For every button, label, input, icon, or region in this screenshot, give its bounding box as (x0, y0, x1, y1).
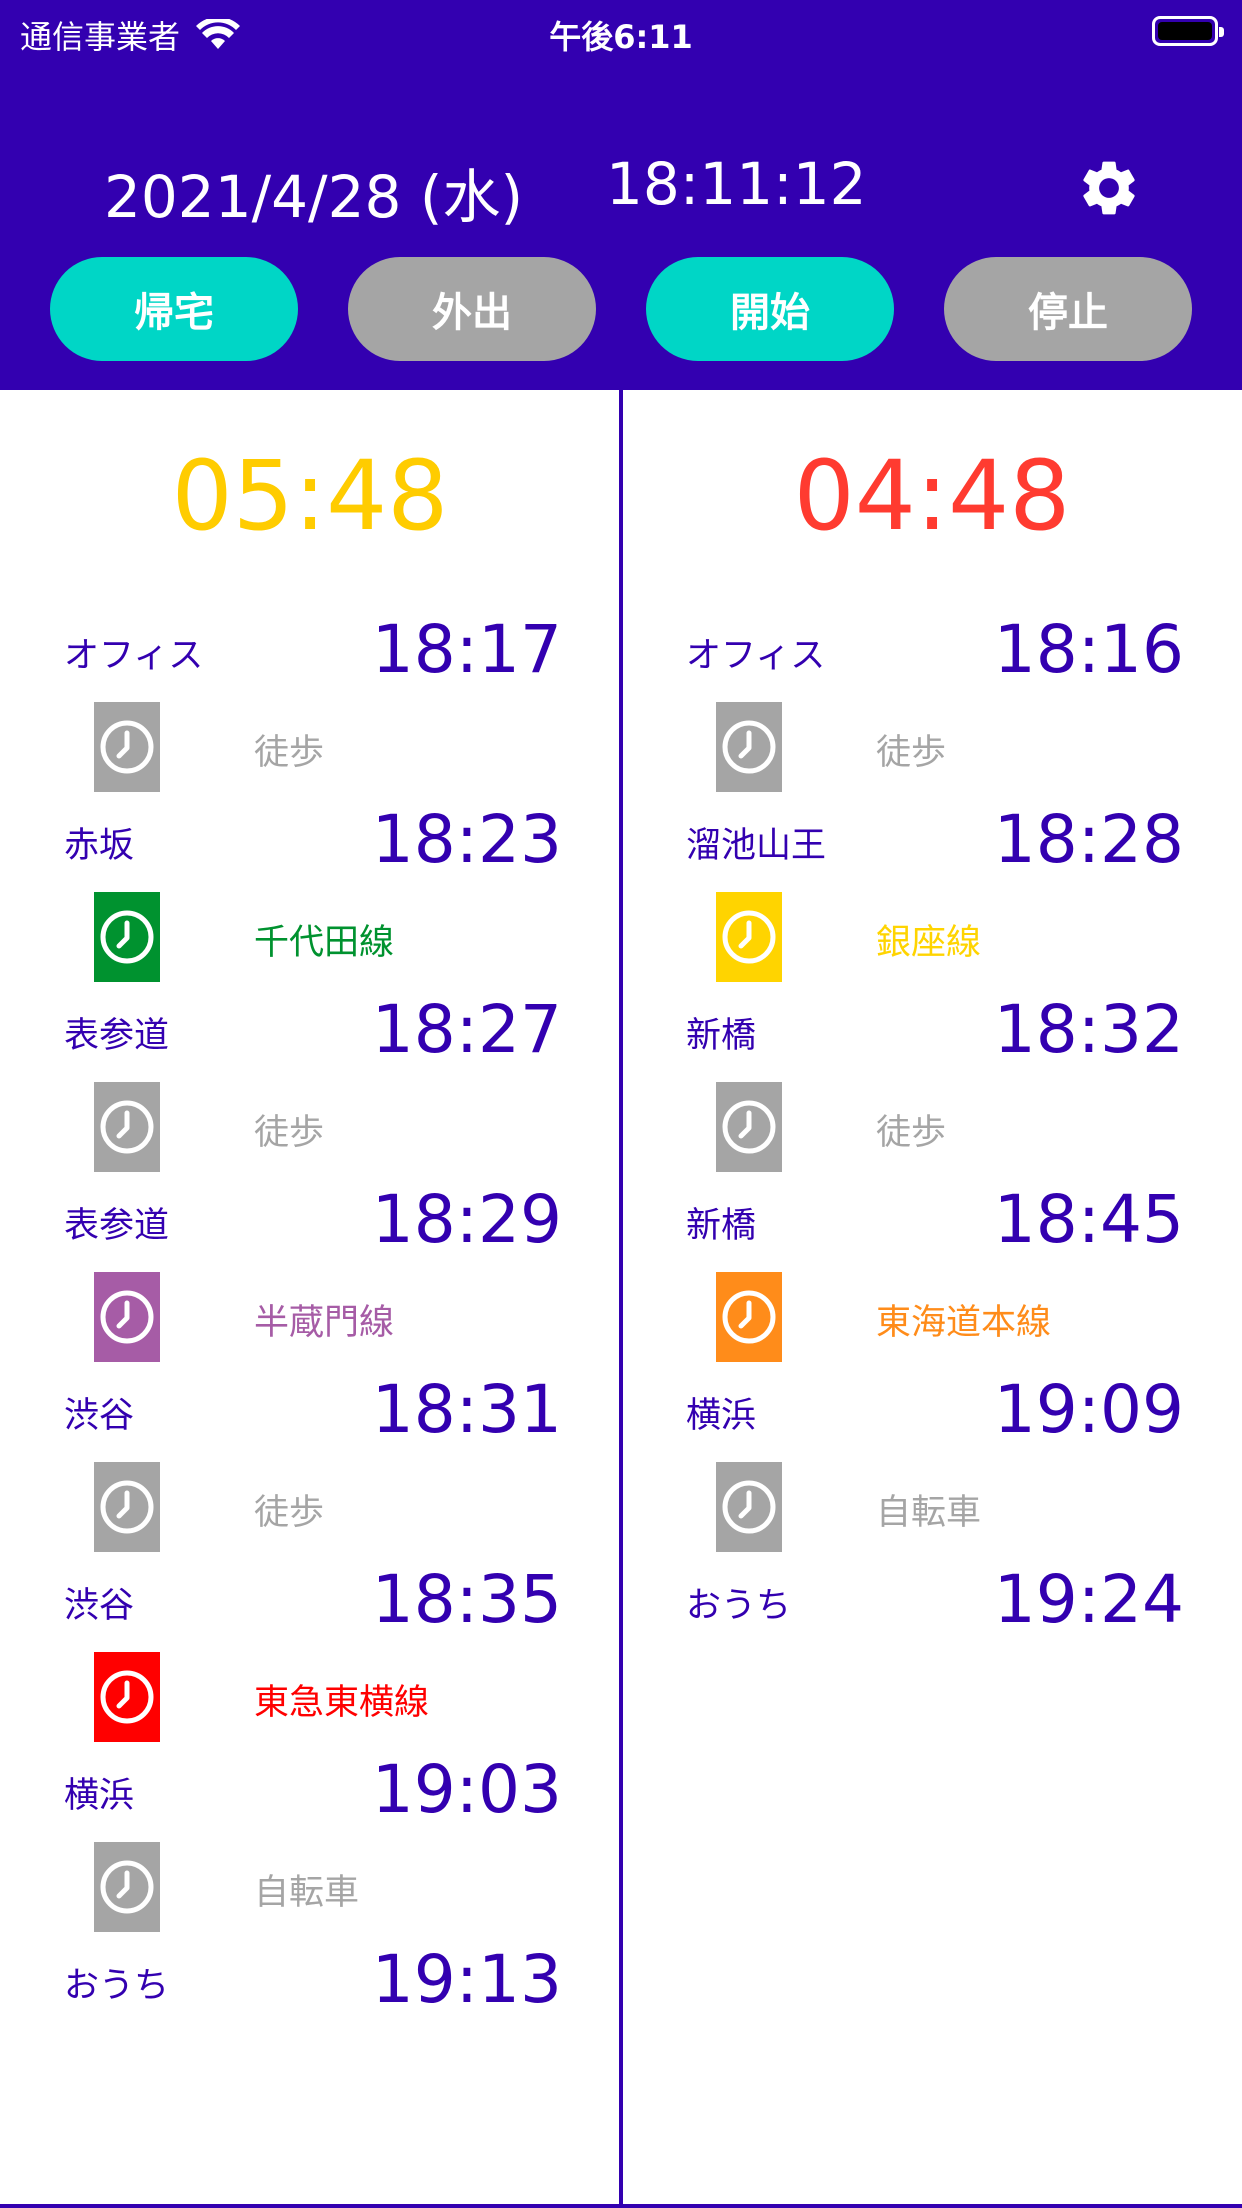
current-date: 2021/4/28 (水) (104, 163, 524, 231)
stop-row: 新橋 18:32 (622, 985, 1242, 1080)
countdown-right: 04:48 (793, 440, 1071, 552)
stop-row: おうち 19:24 (622, 1555, 1242, 1650)
stop-time: 18:17 (371, 611, 562, 688)
clock-icon (94, 1082, 160, 1172)
start-button[interactable]: 開始 (646, 257, 894, 361)
route-list-left: オフィス 18:17 徒歩 赤坂 18:23 千代田線 表参道 18:27 徒歩 表参道 18:29… (0, 605, 620, 2030)
stop-time: 18:32 (993, 991, 1184, 1068)
stop-time: 18:16 (993, 611, 1184, 688)
clock-icon (94, 1842, 160, 1932)
clock-icon (716, 702, 782, 792)
segment-row: 徒歩 (0, 1460, 620, 1555)
stop-time: 18:27 (371, 991, 562, 1068)
stop-row: 横浜 19:09 (622, 1365, 1242, 1460)
stop-name: オフィス (64, 636, 204, 676)
status-bar-time: 午後6:11 (549, 18, 693, 56)
segment-label: 千代田線 (254, 923, 395, 963)
stop-name: おうち (64, 1966, 170, 2006)
segment-row: 自転車 (622, 1460, 1242, 1555)
segment-row: 徒歩 (0, 1080, 620, 1175)
stop-name: 渋谷 (64, 1586, 135, 1626)
stop-name: 表参道 (64, 1206, 170, 1246)
clock-icon (94, 1462, 160, 1552)
countdown-left: 05:48 (171, 440, 449, 552)
segment-label: 徒歩 (254, 733, 325, 773)
stop-name: 新橋 (686, 1016, 757, 1056)
segment-label: 半蔵門線 (254, 1303, 395, 1343)
segment-row: 東急東横線 (0, 1650, 620, 1745)
stop-row: 渋谷 18:35 (0, 1555, 620, 1650)
stop-time: 18:29 (371, 1181, 562, 1258)
clock-icon (94, 1272, 160, 1362)
stop-time: 18:45 (993, 1181, 1184, 1258)
stop-name: 表参道 (64, 1016, 170, 1056)
segment-row: 徒歩 (622, 1080, 1242, 1175)
segment-row: 半蔵門線 (0, 1270, 620, 1365)
segment-label: 自転車 (254, 1873, 360, 1913)
stop-time: 18:31 (371, 1371, 562, 1448)
home-button[interactable]: 帰宅 (50, 257, 298, 361)
segment-row: 自転車 (0, 1840, 620, 1935)
segment-label: 徒歩 (876, 1113, 947, 1153)
battery-icon (1152, 16, 1224, 46)
stop-name: おうち (686, 1586, 792, 1626)
stop-name: 新橋 (686, 1206, 757, 1246)
stop-time: 19:03 (371, 1751, 562, 1828)
segment-row: 銀座線 (622, 890, 1242, 985)
clock-icon (716, 892, 782, 982)
clock-icon (716, 1082, 782, 1172)
stop-name: 赤坂 (64, 826, 135, 866)
segment-label: 徒歩 (254, 1493, 325, 1533)
clock-icon (716, 1272, 782, 1362)
stop-row: 赤坂 18:23 (0, 795, 620, 890)
segment-label: 東海道本線 (876, 1303, 1052, 1343)
stop-row: 表参道 18:29 (0, 1175, 620, 1270)
stop-row: おうち 19:13 (0, 1935, 620, 2030)
stop-name: 横浜 (686, 1396, 757, 1436)
segment-label: 銀座線 (876, 923, 982, 963)
stop-time: 19:09 (993, 1371, 1184, 1448)
bottom-border (0, 2204, 1242, 2208)
segment-row: 東海道本線 (622, 1270, 1242, 1365)
clock-icon (94, 892, 160, 982)
stop-row: オフィス 18:16 (622, 605, 1242, 700)
route-list-right: オフィス 18:16 徒歩 溜池山王 18:28 銀座線 新橋 18:32 徒歩 新橋 18:45 東… (622, 605, 1242, 1650)
clock-icon (94, 1652, 160, 1742)
stop-name: 横浜 (64, 1776, 135, 1816)
stop-name: 渋谷 (64, 1396, 135, 1436)
stop-time: 18:23 (371, 801, 562, 878)
segment-label: 自転車 (876, 1493, 982, 1533)
stop-row: 横浜 19:03 (0, 1745, 620, 1840)
segment-row: 千代田線 (0, 890, 620, 985)
stop-row: オフィス 18:17 (0, 605, 620, 700)
gear-icon[interactable] (1076, 155, 1142, 221)
segment-row: 徒歩 (622, 700, 1242, 795)
stop-row: 新橋 18:45 (622, 1175, 1242, 1270)
segment-label: 東急東横線 (254, 1683, 430, 1723)
stop-row: 渋谷 18:31 (0, 1365, 620, 1460)
out-button[interactable]: 外出 (348, 257, 596, 361)
stop-button[interactable]: 停止 (944, 257, 1192, 361)
stop-name: オフィス (686, 636, 826, 676)
segment-label: 徒歩 (876, 733, 947, 773)
header-bar: 通信事業者 午後6:11 2021/4/28 (水) 18:11:12 帰宅 外… (0, 0, 1242, 390)
stop-row: 表参道 18:27 (0, 985, 620, 1080)
clock-icon (716, 1462, 782, 1552)
clock-icon (94, 702, 160, 792)
segment-label: 徒歩 (254, 1113, 325, 1153)
stop-time: 18:28 (993, 801, 1184, 878)
segment-row: 徒歩 (0, 700, 620, 795)
stop-time: 19:13 (371, 1941, 562, 2018)
current-clock: 18:11:12 (606, 150, 867, 218)
stop-row: 溜池山王 18:28 (622, 795, 1242, 890)
stop-name: 溜池山王 (686, 826, 827, 866)
stop-time: 19:24 (993, 1561, 1184, 1638)
stop-time: 18:35 (371, 1561, 562, 1638)
